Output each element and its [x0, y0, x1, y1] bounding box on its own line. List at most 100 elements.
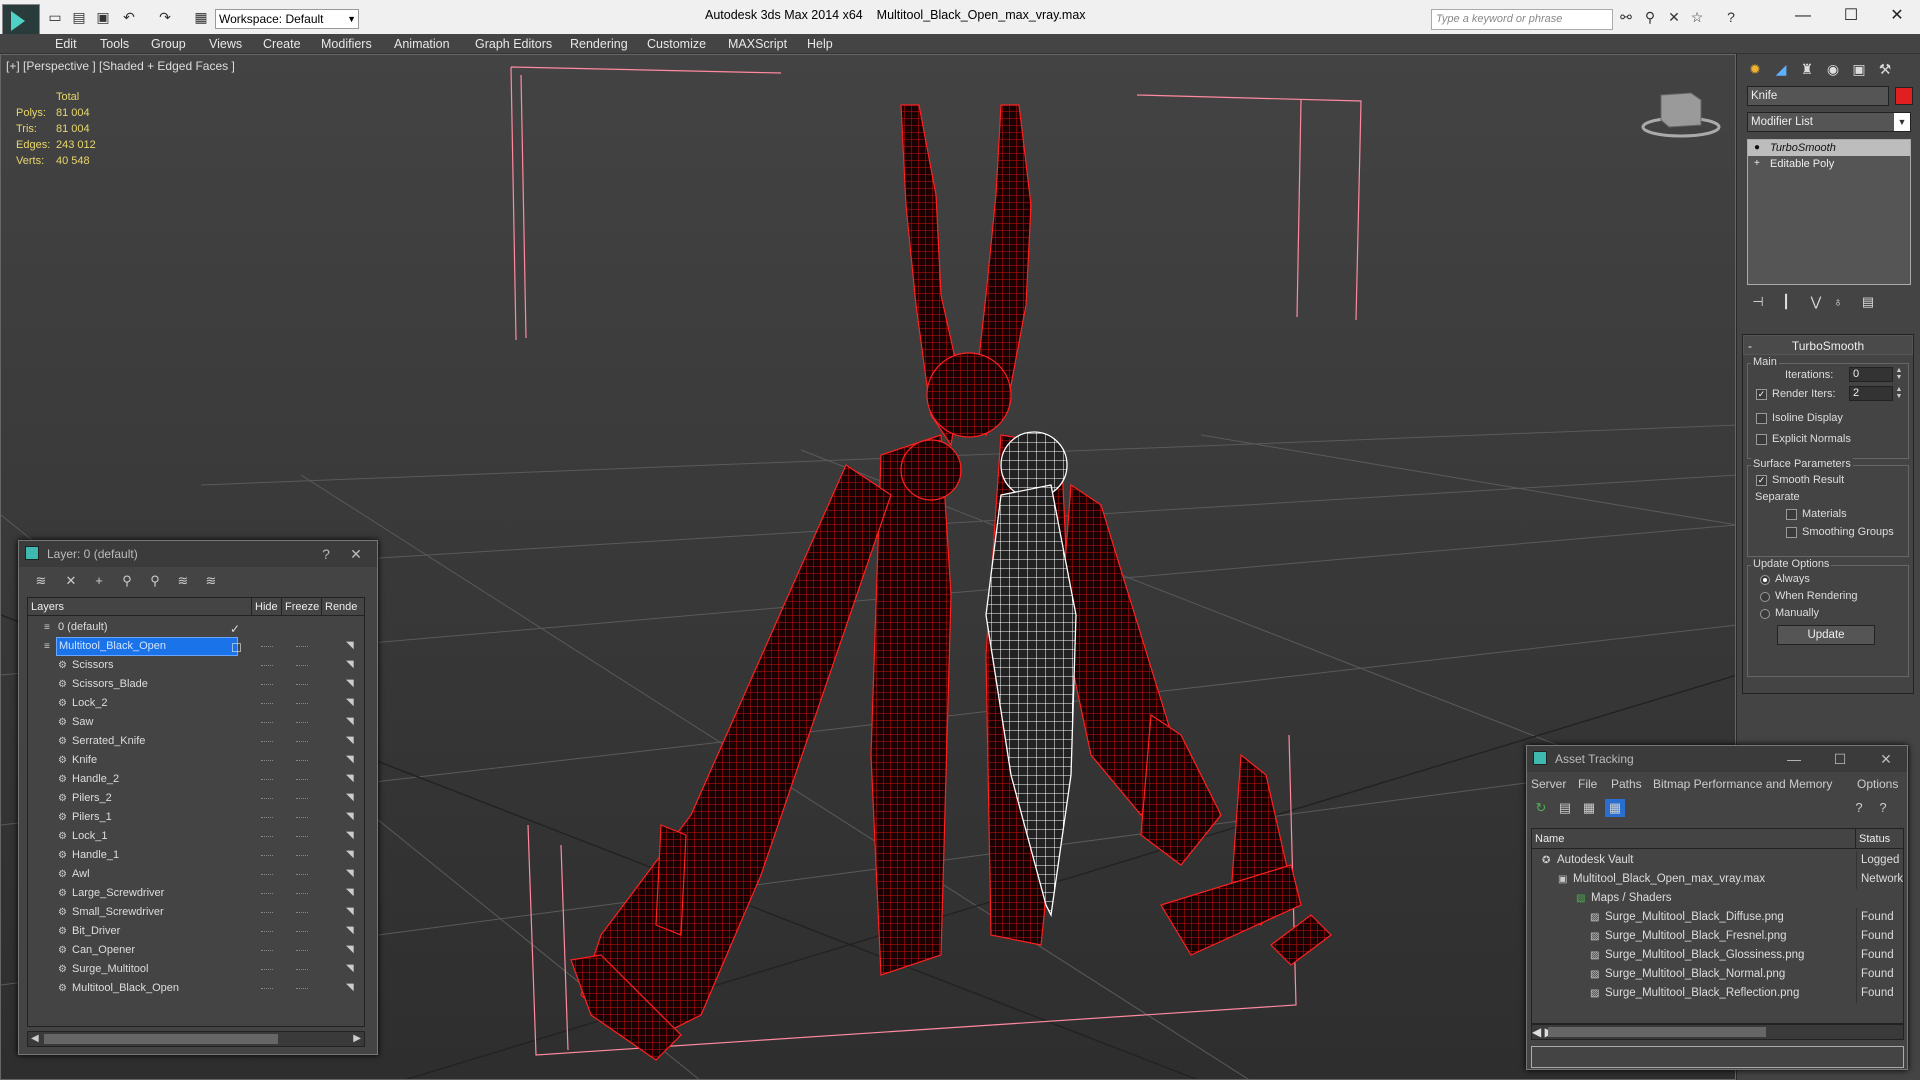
pin-stack-icon[interactable]: ⊣ — [1747, 292, 1769, 312]
menu-bitmap-performance[interactable]: Bitmap Performance and Memory — [1653, 774, 1832, 794]
render-iters-spinner[interactable]: 2 — [1849, 386, 1893, 401]
render-teapot-icon[interactable]: ◥ — [346, 983, 358, 993]
layer-row[interactable]: ⚙ Small_Screwdriver ◥ — [28, 903, 364, 922]
layer-row[interactable]: ⚙ Pilers_2 ◥ — [28, 789, 364, 808]
smoothing-groups-checkbox[interactable] — [1786, 527, 1797, 538]
hide-toggle[interactable] — [261, 684, 273, 686]
object-name-field[interactable]: Knife — [1747, 86, 1889, 106]
freeze-toggle[interactable] — [296, 836, 308, 838]
close-icon[interactable]: ✕ — [341, 541, 371, 567]
menu-customize[interactable]: Customize — [647, 34, 706, 54]
layer-row[interactable]: ⚙ Can_Opener ◥ — [28, 941, 364, 960]
render-teapot-icon[interactable]: ◥ — [346, 964, 358, 974]
freeze-all-icon[interactable]: ≋ — [201, 572, 221, 590]
freeze-toggle[interactable] — [296, 893, 308, 895]
save-icon[interactable]: ▣ — [94, 8, 112, 26]
show-end-result-icon[interactable]: ┃ — [1775, 292, 1797, 312]
help-icon[interactable]: ? — [1722, 8, 1740, 26]
create-layer-icon[interactable]: ≋ — [31, 572, 51, 590]
freeze-toggle[interactable] — [296, 741, 308, 743]
workspace-dropdown[interactable]: Workspace: Default ▼ — [215, 9, 359, 29]
layer-row[interactable]: ⚙ Lock_1 ◥ — [28, 827, 364, 846]
hierarchy-tab-icon[interactable]: ♜ — [1795, 58, 1819, 80]
layer-row[interactable]: ⚙ Handle_2 ◥ — [28, 770, 364, 789]
freeze-toggle[interactable] — [296, 684, 308, 686]
hide-toggle[interactable] — [261, 741, 273, 743]
iterations-spinner[interactable]: 0 — [1849, 367, 1893, 382]
render-teapot-icon[interactable]: ◥ — [346, 755, 358, 765]
menu-animation[interactable]: Animation — [394, 34, 450, 54]
asset-row[interactable]: ✪ Autodesk Vault Logged O — [1532, 851, 1903, 870]
render-teapot-icon[interactable]: ◥ — [346, 812, 358, 822]
freeze-toggle[interactable] — [296, 798, 308, 800]
maximize-icon[interactable]: ☐ — [1825, 746, 1855, 772]
layer-row[interactable]: ⚙ Awl ◥ — [28, 865, 364, 884]
hide-all-icon[interactable]: ≋ — [173, 572, 193, 590]
hide-toggle[interactable] — [261, 760, 273, 762]
hide-toggle[interactable] — [261, 722, 273, 724]
object-color-swatch[interactable] — [1895, 87, 1913, 105]
menu-create[interactable]: Create — [263, 34, 301, 54]
render-iters-checkbox[interactable]: ✓ — [1756, 389, 1767, 400]
scroll-left-icon[interactable]: ◀ — [1532, 1025, 1541, 1039]
hide-toggle[interactable] — [261, 817, 273, 819]
delete-layer-icon[interactable]: ✕ — [61, 572, 81, 590]
menu-server[interactable]: Server — [1531, 774, 1566, 794]
freeze-toggle[interactable] — [296, 855, 308, 857]
render-teapot-icon[interactable]: ◥ — [346, 736, 358, 746]
render-teapot-icon[interactable]: ◥ — [346, 660, 358, 670]
freeze-toggle[interactable] — [296, 779, 308, 781]
asset-row[interactable]: ▨ Surge_Multitool_Black_Fresnel.png Found — [1532, 927, 1903, 946]
layer-row[interactable]: ≡ 0 (default) ✓ — [28, 618, 364, 637]
make-unique-icon[interactable]: ⋁ — [1805, 292, 1827, 312]
asset-window-titlebar[interactable]: Asset Tracking — ☐ ✕ — [1527, 746, 1907, 772]
menu-maxscript[interactable]: MAXScript — [728, 34, 787, 54]
help-icon[interactable]: ? — [311, 541, 341, 567]
freeze-toggle[interactable] — [296, 722, 308, 724]
project-folder-icon[interactable]: ▦ — [192, 8, 210, 26]
materials-checkbox[interactable] — [1786, 509, 1797, 520]
redo-icon[interactable]: ↷ — [156, 8, 174, 26]
freeze-toggle[interactable] — [296, 817, 308, 819]
hide-toggle[interactable] — [261, 703, 273, 705]
column-hide[interactable]: Hide — [252, 598, 282, 616]
minimize-icon[interactable]: — — [1779, 746, 1809, 772]
vault-settings-icon[interactable]: ? — [1873, 799, 1893, 817]
hide-toggle[interactable] — [261, 893, 273, 895]
utilities-tab-icon[interactable]: ⚒ — [1873, 58, 1897, 80]
layer-row[interactable]: ⚙ Pilers_1 ◥ — [28, 808, 364, 827]
vault-help-icon[interactable]: ? — [1849, 799, 1869, 817]
tools-icon[interactable]: ✕ — [1665, 8, 1683, 26]
hide-toggle[interactable] — [261, 950, 273, 952]
open-file-icon[interactable]: ▤ — [70, 8, 88, 26]
spinner-arrows-icon[interactable]: ▲ ▼ — [1895, 386, 1903, 401]
hide-toggle[interactable] — [261, 798, 273, 800]
stack-item-editable-poly[interactable]: + Editable Poly — [1748, 156, 1910, 172]
modify-tab-icon[interactable]: ◢ — [1769, 58, 1793, 80]
hide-toggle[interactable] — [261, 969, 273, 971]
scroll-thumb[interactable] — [1548, 1027, 1766, 1037]
column-freeze[interactable]: Freeze — [282, 598, 322, 616]
freeze-toggle[interactable] — [296, 912, 308, 914]
layer-row[interactable]: ⚙ Knife ◥ — [28, 751, 364, 770]
layer-row[interactable]: ⚙ Serrated_Knife ◥ — [28, 732, 364, 751]
scroll-right-icon[interactable]: ▶ — [353, 1033, 361, 1044]
menu-help[interactable]: Help — [807, 34, 833, 54]
column-name[interactable]: Name — [1532, 829, 1856, 849]
favorites-star-icon[interactable]: ☆ — [1688, 8, 1706, 26]
layer-row[interactable]: ≡ Multitool_Black_Open ☐ ◥ — [28, 637, 364, 656]
new-file-icon[interactable]: ▭ — [46, 8, 64, 26]
undo-icon[interactable]: ↶ — [120, 8, 138, 26]
app-menu-icon[interactable] — [2, 4, 40, 38]
smooth-result-checkbox[interactable]: ✓ — [1756, 475, 1767, 486]
layer-row[interactable]: ⚙ Large_Screwdriver ◥ — [28, 884, 364, 903]
menu-views[interactable]: Views — [209, 34, 242, 54]
always-radio[interactable] — [1760, 575, 1770, 585]
render-teapot-icon[interactable]: ◥ — [346, 926, 358, 936]
render-teapot-icon[interactable]: ◥ — [346, 888, 358, 898]
layer-row[interactable]: ⚙ Surge_Multitool ◥ — [28, 960, 364, 979]
render-teapot-icon[interactable]: ◥ — [346, 717, 358, 727]
menu-group[interactable]: Group — [151, 34, 186, 54]
freeze-toggle[interactable] — [296, 931, 308, 933]
refresh-icon[interactable]: ↻ — [1531, 799, 1551, 817]
